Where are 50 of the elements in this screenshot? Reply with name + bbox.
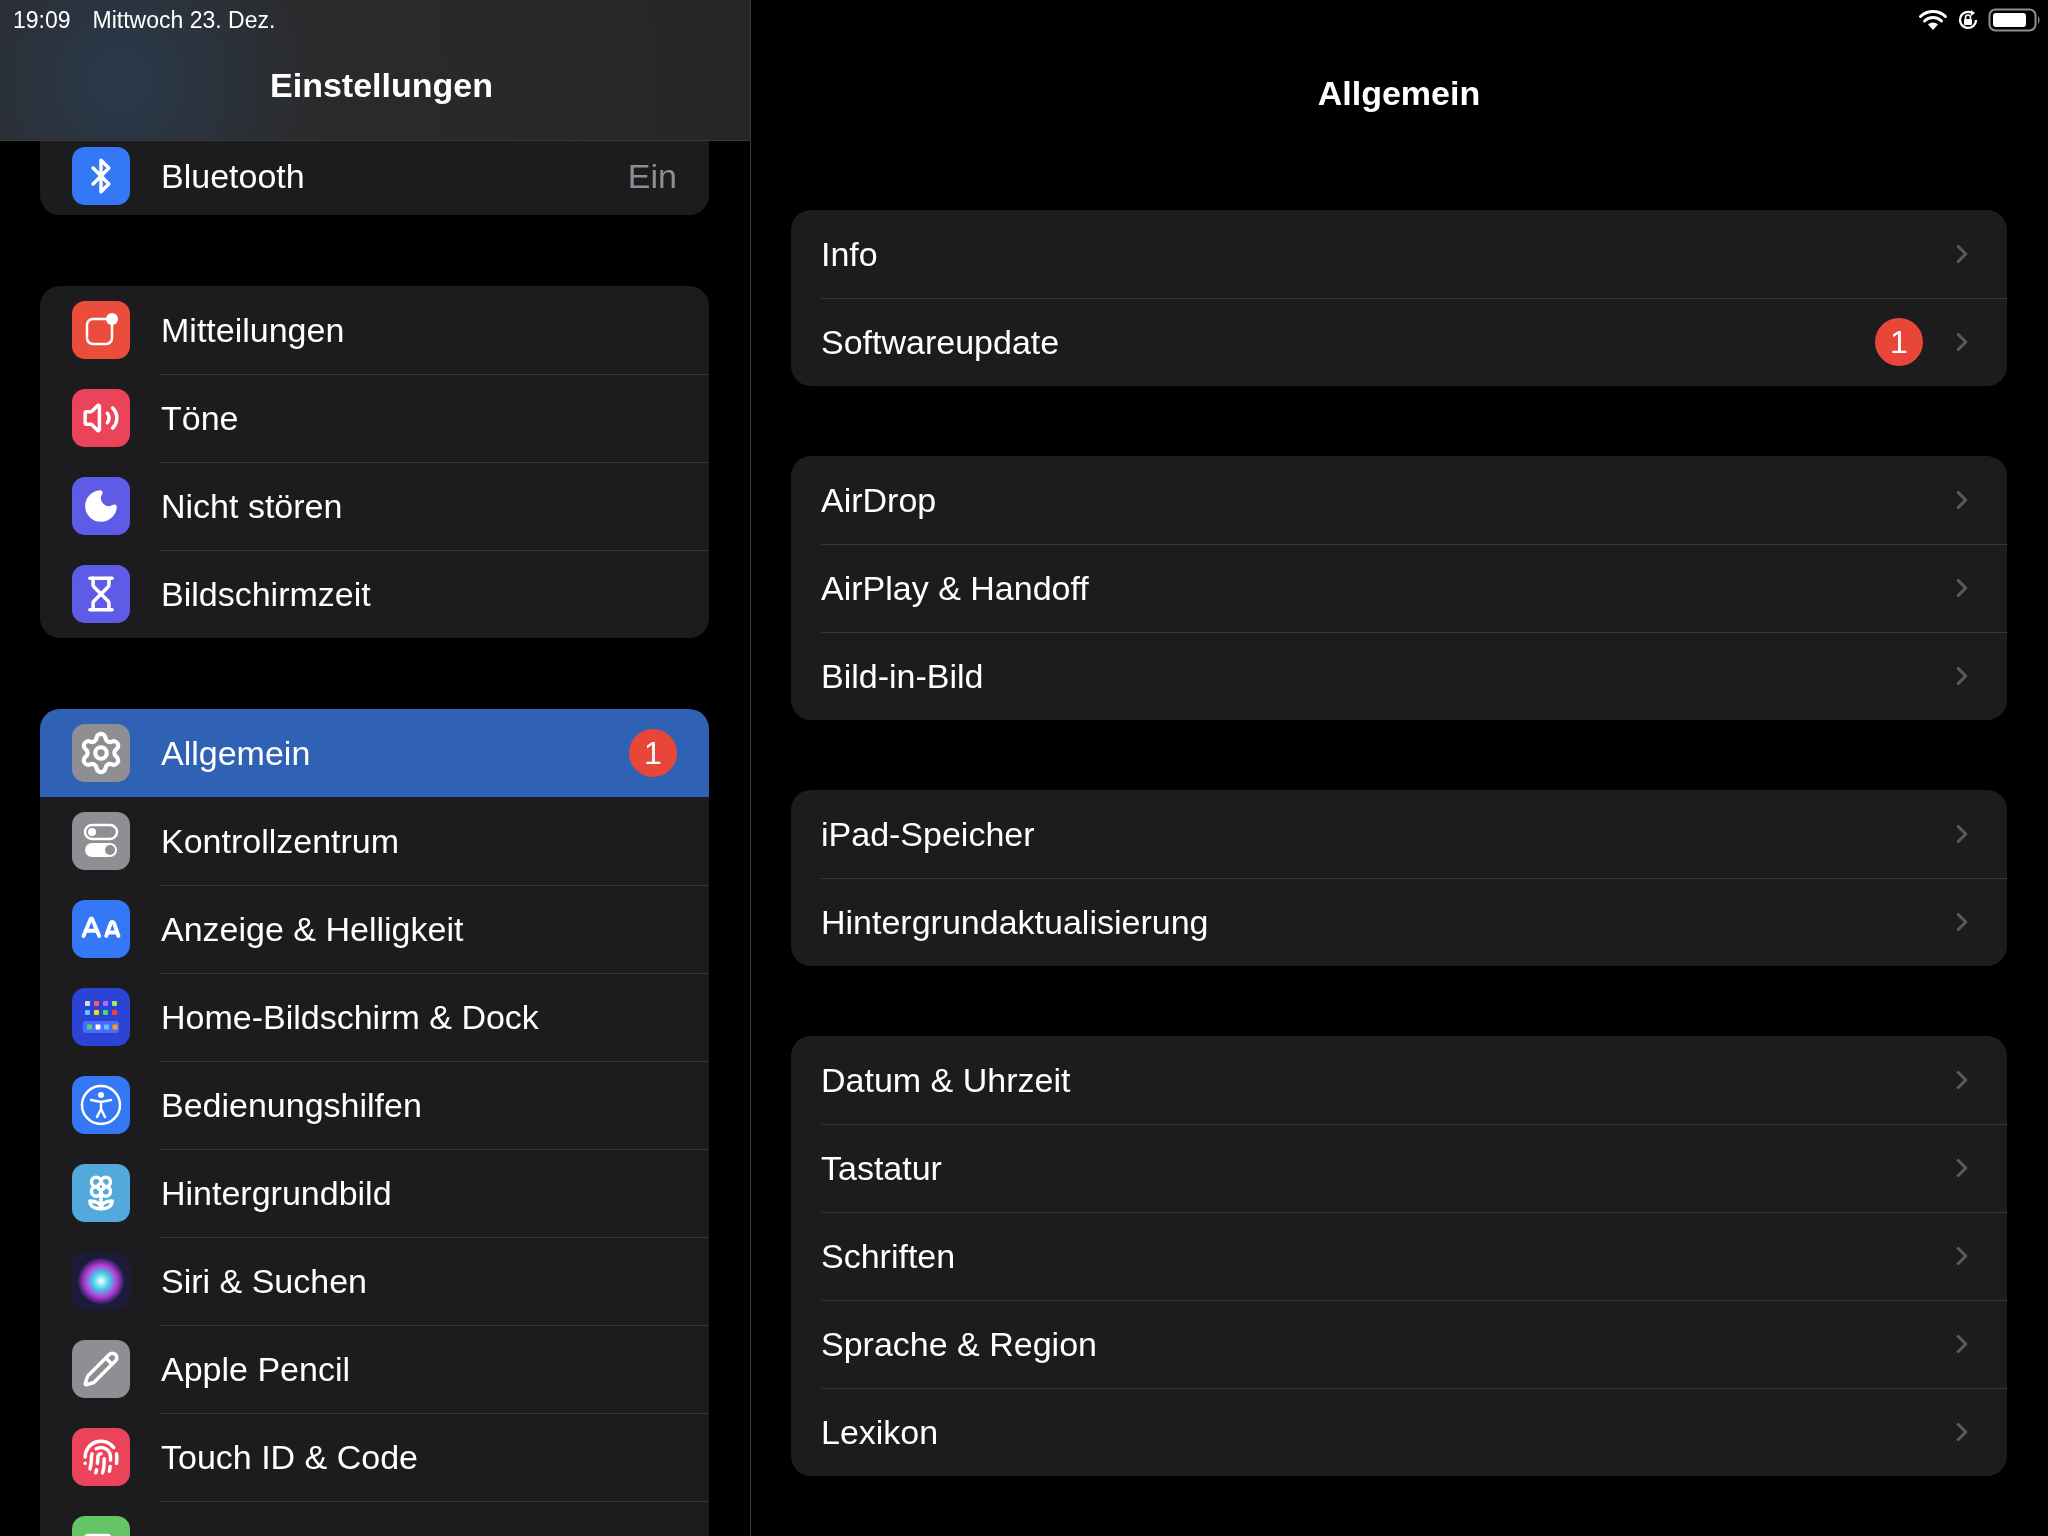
settings-row[interactable]: Tastatur: [791, 1124, 2007, 1212]
sidebar-item[interactable]: Bedienungshilfen: [40, 1061, 709, 1149]
settings-row[interactable]: Datum & Uhrzeit: [791, 1036, 2007, 1124]
status-date: Mittwoch 23. Dez.: [92, 6, 276, 34]
sidebar-item[interactable]: Home-Bildschirm & Dock: [40, 973, 709, 1061]
flower-icon: [72, 1164, 130, 1222]
wifi-icon: [1918, 9, 1948, 31]
sidebar-item[interactable]: Touch ID & Code: [40, 1413, 709, 1501]
value-text: Ein: [627, 156, 677, 196]
toggle-icon: [72, 812, 130, 870]
bluetooth-icon: [72, 147, 130, 205]
sidebar-item[interactable]: Apple Pencil: [40, 1325, 709, 1413]
status-time: 19:09: [13, 6, 71, 34]
sidebar-item[interactable]: Bluetooth Ein: [40, 141, 709, 215]
notification-icon: [72, 301, 130, 359]
badge: 1: [1875, 318, 1923, 366]
page-title: Allgemein: [1316, 72, 1482, 114]
sidebar-item[interactable]: Mitteilungen: [40, 286, 709, 374]
rotation-lock-icon: [1956, 8, 1980, 32]
sidebar-item[interactable]: Hintergrundbild: [40, 1149, 709, 1237]
settings-row[interactable]: Hintergrundaktualisierung: [791, 878, 2007, 966]
settings-row[interactable]: Bild-in-Bild: [791, 632, 2007, 720]
sidebar-title: Einstellungen: [269, 64, 494, 106]
sidebar-item[interactable]: Kontrollzentrum: [40, 797, 709, 885]
settings-row[interactable]: iPad-Speicher: [791, 790, 2007, 878]
badge: 1: [629, 729, 677, 777]
speaker-icon: [72, 389, 130, 447]
settings-row[interactable]: AirDrop: [791, 456, 2007, 544]
sidebar-item[interactable]: Bildschirmzeit: [40, 550, 709, 638]
sidebar-item[interactable]: Anzeige & Helligkeit: [40, 885, 709, 973]
fingerprint-icon: [72, 1428, 130, 1486]
settings-row[interactable]: Info: [791, 210, 2007, 298]
settings-row[interactable]: Sprache & Region: [791, 1300, 2007, 1388]
orb-icon: [72, 1252, 130, 1310]
sidebar-item[interactable]: Nicht stören: [40, 462, 709, 550]
sidebar-item[interactable]: Töne: [40, 374, 709, 462]
app-grid-icon: [72, 988, 130, 1046]
sidebar-item[interactable]: Allgemein 1: [40, 709, 709, 797]
accessibility-icon: [72, 1076, 130, 1134]
pencil-icon: [72, 1340, 130, 1398]
text-size-icon: [72, 900, 130, 958]
battery-icon: [1988, 7, 2042, 33]
settings-row[interactable]: Softwareupdate 1: [791, 298, 2007, 386]
settings-row[interactable]: Schriften: [791, 1212, 2007, 1300]
hourglass-icon: [72, 565, 130, 623]
settings-row[interactable]: AirPlay & Handoff: [791, 544, 2007, 632]
settings-row[interactable]: Lexikon: [791, 1388, 2007, 1476]
moon-icon: [72, 477, 130, 535]
sidebar-item[interactable]: Siri & Suchen: [40, 1237, 709, 1325]
settings-icon: [72, 724, 130, 782]
